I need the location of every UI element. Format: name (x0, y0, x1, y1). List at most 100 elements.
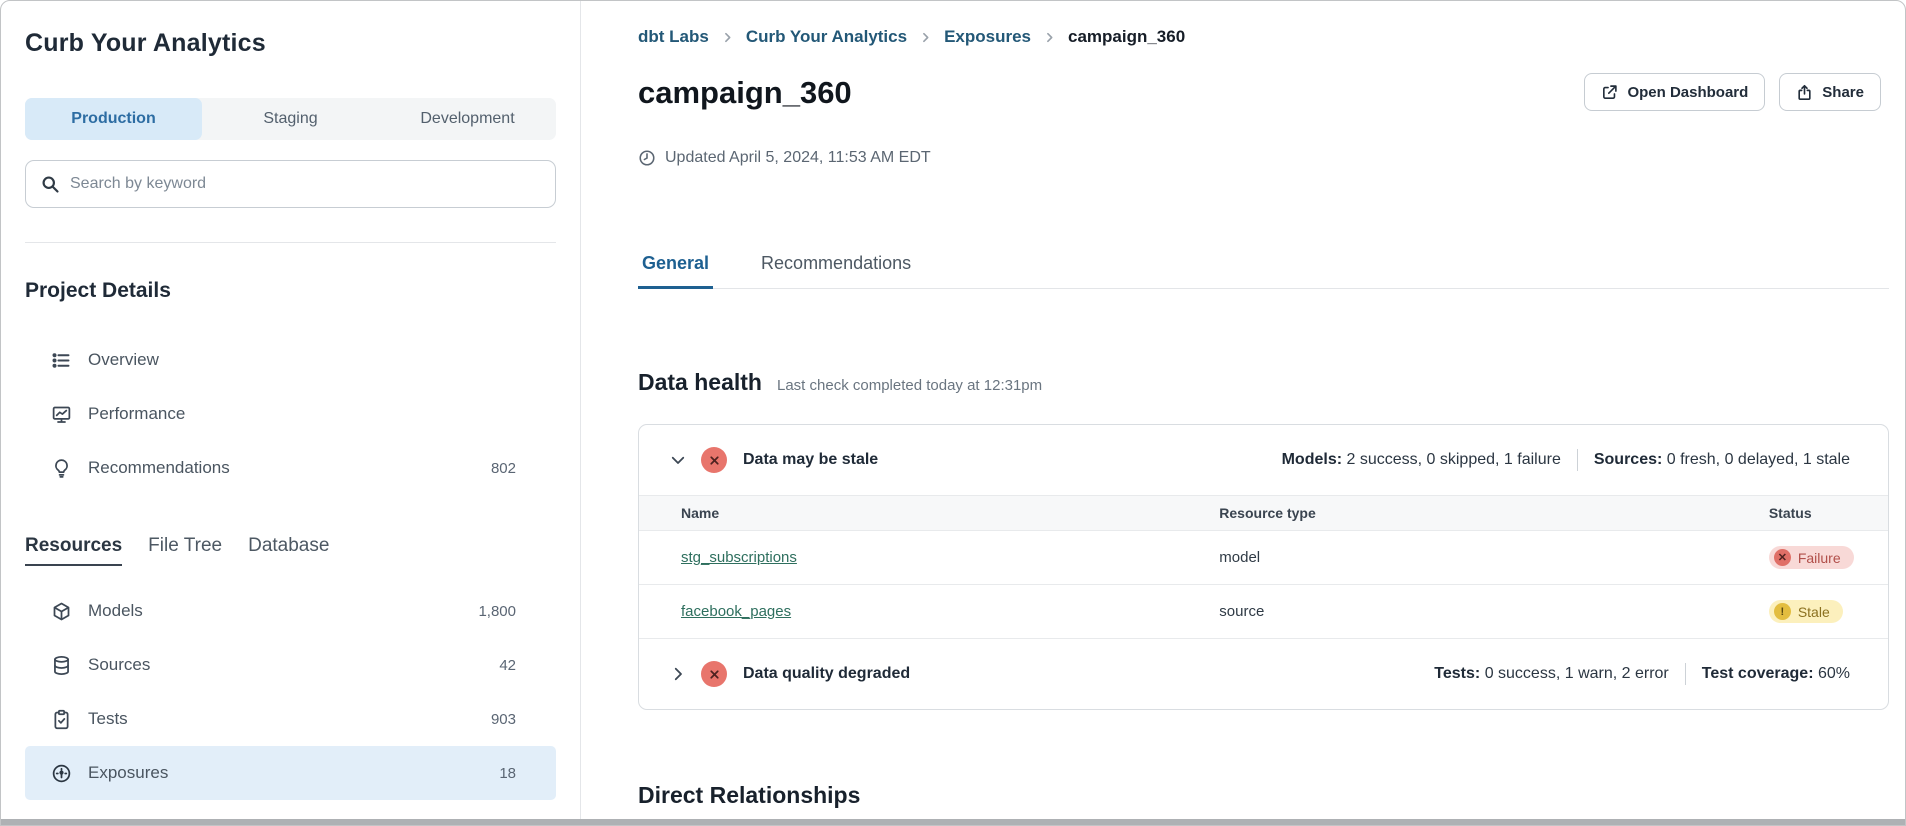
status-badge-failure: ✕ Failure (1769, 546, 1854, 569)
sidebar-item-performance[interactable]: Performance (25, 387, 556, 441)
models-stat-label: Models: (1282, 451, 1342, 468)
sidebar-item-label: Exposures (88, 763, 168, 783)
breadcrumb-project[interactable]: Curb Your Analytics (746, 25, 907, 49)
breadcrumb-exposures[interactable]: Exposures (944, 25, 1031, 49)
chevron-right-icon[interactable] (669, 665, 687, 683)
chevron-down-icon[interactable] (669, 451, 687, 469)
table-row: stg_subscriptions model ✕ Failure (639, 531, 1888, 585)
tests-stat-label: Tests: (1434, 665, 1480, 682)
breadcrumb: dbt Labs Curb Your Analytics Exposures c… (638, 25, 1889, 49)
sidebar-item-tests[interactable]: Tests 903 (25, 692, 556, 746)
external-link-icon (1601, 84, 1618, 101)
sidebar-item-sources[interactable]: Sources 42 (25, 638, 556, 692)
page-title: campaign_360 (638, 73, 852, 113)
project-name-title: Curb Your Analytics (25, 29, 556, 58)
title-row: campaign_360 Open Dashboard (638, 73, 1889, 113)
search-box[interactable] (25, 160, 556, 208)
coverage-stat-label: Test coverage: (1702, 665, 1814, 682)
cube-icon (51, 600, 73, 622)
detail-tabs: General Recommendations (638, 253, 1889, 289)
sidebar-item-label: Performance (88, 404, 185, 424)
tab-database[interactable]: Database (248, 535, 329, 564)
resource-type: source (1219, 603, 1264, 620)
table-row: facebook_pages source ! Stale (639, 585, 1888, 639)
x-circle-icon: ✕ (1774, 549, 1791, 566)
resource-link-stg-subscriptions[interactable]: stg_subscriptions (681, 549, 797, 566)
updated-text: Updated April 5, 2024, 11:53 AM EDT (665, 147, 931, 169)
env-tab-production[interactable]: Production (25, 98, 202, 140)
breadcrumb-dbt-labs[interactable]: dbt Labs (638, 25, 709, 49)
breadcrumb-current: campaign_360 (1068, 25, 1185, 49)
tab-resources[interactable]: Resources (25, 535, 122, 566)
clipboard-check-icon (51, 708, 73, 730)
column-header-name: Name (639, 496, 1207, 531)
column-header-status: Status (1757, 496, 1888, 531)
direct-relationships-heading: Direct Relationships (638, 782, 1889, 809)
sources-stat-label: Sources: (1594, 451, 1662, 468)
status-label: Failure (1798, 550, 1841, 566)
x-circle-icon (701, 661, 727, 687)
chevron-right-icon (721, 31, 734, 44)
stat-divider (1577, 449, 1578, 471)
title-actions: Open Dashboard Share (1584, 73, 1881, 111)
resources-nav: Models 1,800 Sources 42 (25, 584, 556, 800)
environment-tabs: Production Staging Development (25, 98, 556, 140)
tab-recommendations[interactable]: Recommendations (757, 253, 915, 289)
sidebar-item-models[interactable]: Models 1,800 (25, 584, 556, 638)
exclamation-icon: ! (1774, 603, 1791, 620)
open-dashboard-label: Open Dashboard (1627, 84, 1748, 101)
sidebar-item-count: 18 (499, 765, 516, 782)
share-icon (1796, 84, 1813, 101)
share-label: Share (1822, 84, 1864, 101)
stale-row-stats: Models: 2 success, 0 skipped, 1 failure … (1282, 449, 1850, 471)
quality-summary-row: Data quality degraded Tests: 0 success, … (639, 638, 1888, 709)
share-button[interactable]: Share (1779, 73, 1881, 111)
quality-row-stats: Tests: 0 success, 1 warn, 2 error Test c… (1434, 663, 1850, 685)
models-stat-value: 2 success, 0 skipped, 1 failure (1347, 451, 1561, 468)
sidebar-item-label: Sources (88, 655, 150, 675)
sidebar-item-label: Tests (88, 709, 128, 729)
resource-type: model (1219, 549, 1260, 566)
project-details-nav: Overview Performance (25, 333, 556, 495)
search-icon (40, 174, 60, 194)
env-tab-development[interactable]: Development (379, 98, 556, 140)
performance-monitor-icon (51, 403, 73, 425)
sidebar-item-count: 1,800 (478, 603, 516, 620)
sidebar-item-label: Models (88, 601, 143, 621)
status-badge-stale: ! Stale (1769, 600, 1843, 623)
sidebar-item-count: 42 (499, 657, 516, 674)
sources-stat-value: 0 fresh, 0 delayed, 1 stale (1667, 451, 1850, 468)
clock-icon (638, 149, 656, 167)
sidebar: Curb Your Analytics Production Staging D… (1, 1, 581, 825)
chevron-right-icon (919, 31, 932, 44)
app-window: Curb Your Analytics Production Staging D… (0, 0, 1906, 826)
search-input[interactable] (70, 175, 541, 193)
lightbulb-icon (51, 457, 73, 479)
env-tab-staging[interactable]: Staging (202, 98, 379, 140)
project-details-heading: Project Details (25, 279, 556, 303)
table-header-row: Name Resource type Status (639, 496, 1888, 531)
stale-summary-row: Data may be stale Models: 2 success, 0 s… (639, 425, 1888, 495)
sidebar-item-overview[interactable]: Overview (25, 333, 556, 387)
tab-file-tree[interactable]: File Tree (148, 535, 222, 564)
chevron-right-icon (1043, 31, 1056, 44)
health-resources-table: Name Resource type Status stg_subscripti… (639, 495, 1888, 638)
tab-general[interactable]: General (638, 253, 713, 289)
column-header-resource-type: Resource type (1207, 496, 1757, 531)
sidebar-item-recommendations[interactable]: Recommendations 802 (25, 441, 556, 495)
status-label: Stale (1798, 604, 1830, 620)
updated-row: Updated April 5, 2024, 11:53 AM EDT (638, 147, 1889, 169)
resource-link-facebook-pages[interactable]: facebook_pages (681, 603, 791, 620)
stat-divider (1685, 663, 1686, 685)
tests-stat-value: 0 success, 1 warn, 2 error (1485, 665, 1669, 682)
gauge-icon (51, 762, 73, 784)
sidebar-item-label: Recommendations (88, 458, 230, 478)
sidebar-item-exposures[interactable]: Exposures 18 (25, 746, 556, 800)
resource-view-tabs: Resources File Tree Database (25, 535, 556, 566)
last-check-text: Last check completed today at 12:31pm (777, 377, 1042, 394)
open-dashboard-button[interactable]: Open Dashboard (1584, 73, 1765, 111)
database-icon (51, 654, 73, 676)
sidebar-item-count: 903 (491, 711, 516, 728)
data-health-heading-row: Data health Last check completed today a… (638, 369, 1889, 396)
coverage-stat-value: 60% (1818, 665, 1850, 682)
